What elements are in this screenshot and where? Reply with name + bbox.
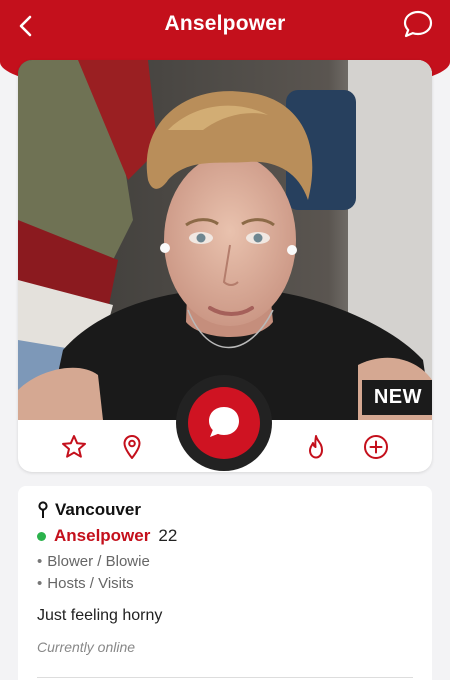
plus-circle-icon — [364, 435, 388, 459]
presence-text: Currently online — [37, 639, 136, 655]
location-row: Vancouver — [37, 500, 413, 520]
age: 22 — [158, 526, 178, 545]
new-badge: NEW — [361, 380, 432, 415]
tag-list: Blower / Blowie Hosts / Visits — [37, 551, 413, 595]
location-button[interactable] — [118, 433, 146, 461]
profile-info-panel: Vancouver Anselpower 22 Blower / Blowie … — [18, 486, 432, 680]
favorite-button[interactable] — [60, 433, 88, 461]
online-indicator — [37, 531, 46, 541]
name-row: Anselpower 22 — [37, 526, 413, 546]
speech-bubble-icon — [403, 10, 433, 38]
pin-icon — [38, 501, 48, 518]
status-message: Just feeling horny — [37, 607, 163, 624]
flame-icon — [309, 435, 323, 459]
chat-button[interactable] — [402, 8, 434, 40]
tag-item: Blower / Blowie — [37, 551, 413, 573]
location-text: Vancouver — [55, 500, 141, 519]
star-icon — [62, 435, 86, 458]
page-title: Anselpower — [164, 12, 286, 35]
divider — [37, 677, 413, 678]
username: Anselpower — [54, 526, 151, 545]
tag-item: Hosts / Visits — [37, 573, 413, 595]
message-button[interactable] — [176, 375, 272, 471]
profile-photo[interactable]: NEW — [18, 60, 432, 420]
profile-card: NEW — [18, 60, 432, 472]
hot-button[interactable] — [302, 433, 330, 461]
add-button[interactable] — [362, 433, 390, 461]
message-bubble-icon — [209, 407, 239, 437]
map-pin-icon — [123, 435, 141, 459]
